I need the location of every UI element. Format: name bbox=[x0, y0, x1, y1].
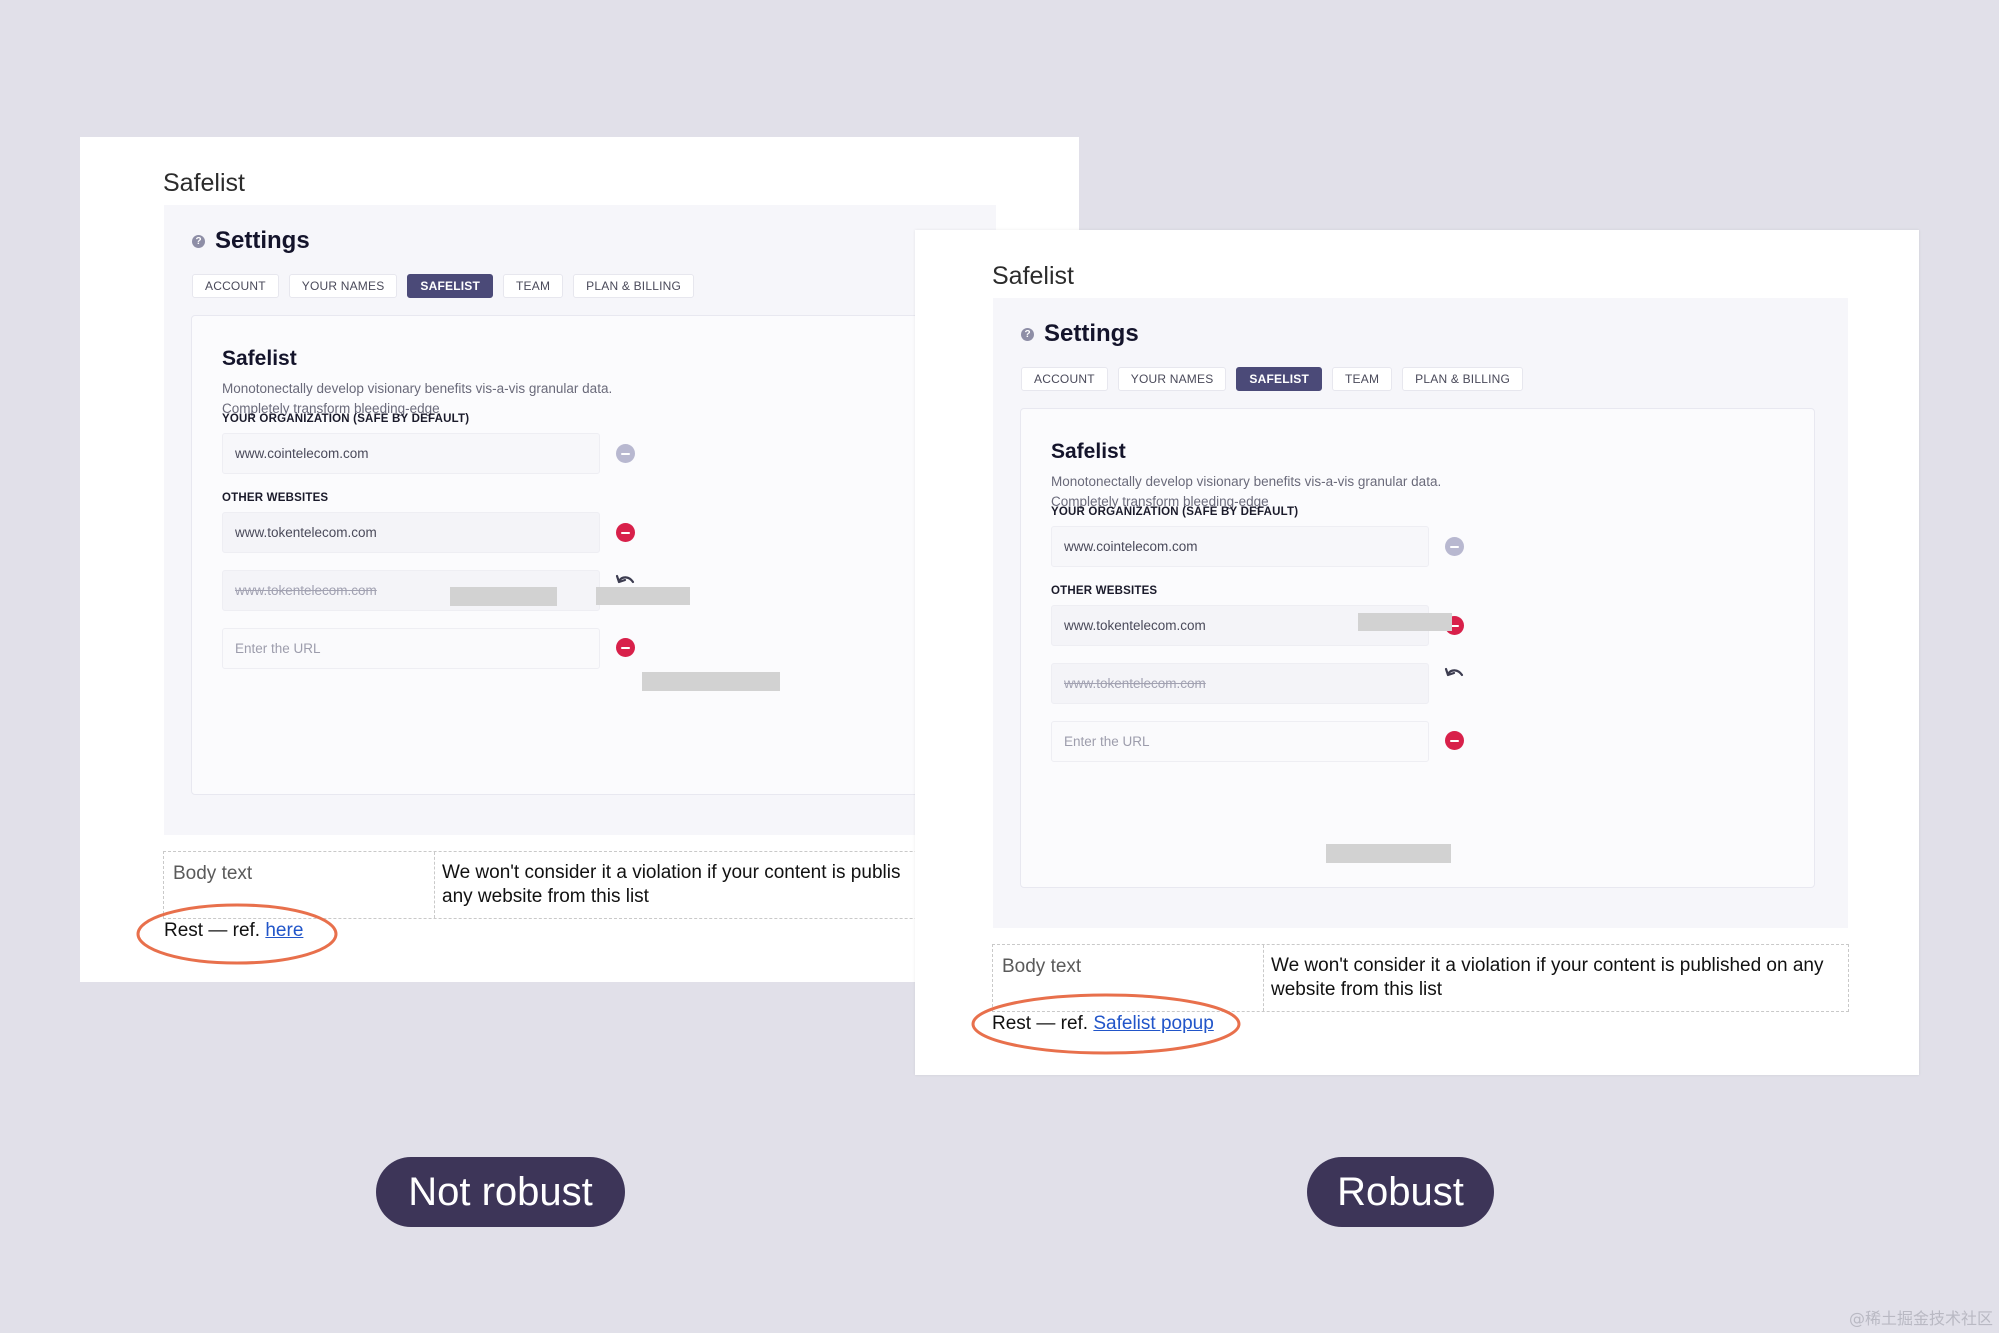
remove-disabled-icon bbox=[616, 444, 635, 463]
tab-your-names[interactable]: YOUR NAMES bbox=[288, 274, 398, 298]
settings-header: ? Settings bbox=[192, 227, 310, 255]
url-input[interactable]: Enter the URL bbox=[222, 628, 600, 669]
tab-plan-billing[interactable]: PLAN & BILLING bbox=[573, 274, 695, 298]
help-icon[interactable]: ? bbox=[192, 234, 205, 248]
reference-link[interactable]: Safelist popup bbox=[1093, 1013, 1213, 1034]
url-input[interactable]: Enter the URL bbox=[1051, 721, 1429, 762]
robust-label: Robust bbox=[1307, 1157, 1494, 1227]
other-websites-label: OTHER WEBSITES bbox=[222, 492, 329, 504]
not-robust-label: Not robust bbox=[376, 1157, 625, 1227]
tab-your-names[interactable]: YOUR NAMES bbox=[1117, 367, 1227, 391]
safelist-title: Safelist bbox=[222, 347, 297, 370]
org-url-field: www.cointelecom.com bbox=[222, 433, 600, 474]
other-websites-label: OTHER WEBSITES bbox=[1051, 585, 1158, 597]
tab-safelist[interactable]: SAFELIST bbox=[1236, 367, 1323, 391]
redacted-block bbox=[642, 672, 780, 691]
tab-team[interactable]: TEAM bbox=[1332, 367, 1393, 391]
undo-icon[interactable] bbox=[614, 572, 638, 588]
undo-icon[interactable] bbox=[1443, 665, 1467, 681]
settings-tabs: ACCOUNT YOUR NAMES SAFELIST TEAM PLAN & … bbox=[1021, 367, 1524, 391]
reference-prefix: Rest — ref. bbox=[164, 920, 261, 941]
tab-account[interactable]: ACCOUNT bbox=[1021, 367, 1108, 391]
removed-website-field[interactable]: www.tokentelecom.com bbox=[1051, 663, 1429, 704]
remove-icon[interactable] bbox=[616, 523, 635, 542]
tab-account[interactable]: ACCOUNT bbox=[192, 274, 279, 298]
help-icon[interactable]: ? bbox=[1021, 327, 1034, 341]
doc-title: Safelist bbox=[163, 169, 245, 197]
reference-link[interactable]: here bbox=[265, 920, 303, 941]
redacted-block bbox=[596, 587, 690, 605]
tab-safelist[interactable]: SAFELIST bbox=[407, 274, 494, 298]
org-url-field: www.cointelecom.com bbox=[1051, 526, 1429, 567]
remove-disabled-icon bbox=[1445, 537, 1464, 556]
redacted-block bbox=[1358, 613, 1452, 631]
settings-tabs: ACCOUNT YOUR NAMES SAFELIST TEAM PLAN & … bbox=[192, 274, 695, 298]
settings-title: Settings bbox=[1044, 320, 1139, 347]
reference-line: Rest — ref. here bbox=[164, 920, 303, 942]
reference-line: Rest — ref. Safelist popup bbox=[992, 1013, 1214, 1035]
redacted-block bbox=[450, 587, 557, 606]
safelist-section: Safelist Monotonectally develop visionar… bbox=[191, 315, 986, 795]
doc-title: Safelist bbox=[992, 262, 1074, 290]
tab-plan-billing[interactable]: PLAN & BILLING bbox=[1402, 367, 1524, 391]
settings-title: Settings bbox=[215, 227, 310, 254]
robust-example-card: Safelist ? Settings ACCOUNT YOUR NAMES S… bbox=[915, 230, 1919, 1075]
tab-team[interactable]: TEAM bbox=[503, 274, 564, 298]
redacted-block bbox=[1326, 844, 1451, 863]
table-key: Body text bbox=[993, 945, 1264, 1011]
settings-panel-screenshot: ? Settings ACCOUNT YOUR NAMES SAFELIST T… bbox=[993, 298, 1848, 928]
reference-prefix: Rest — ref. bbox=[992, 1013, 1089, 1034]
website-field[interactable]: www.tokentelecom.com bbox=[222, 512, 600, 553]
org-label: YOUR ORGANIZATION (SAFE BY DEFAULT) bbox=[222, 413, 470, 425]
remove-icon[interactable] bbox=[1445, 731, 1464, 750]
org-label: YOUR ORGANIZATION (SAFE BY DEFAULT) bbox=[1051, 506, 1299, 518]
table-key: Body text bbox=[164, 852, 435, 918]
settings-header: ? Settings bbox=[1021, 320, 1139, 348]
safelist-section: Safelist Monotonectally develop visionar… bbox=[1020, 408, 1815, 888]
safelist-title: Safelist bbox=[1051, 440, 1126, 463]
table-value: We won't consider it a violation if your… bbox=[1271, 955, 1824, 1000]
settings-panel-screenshot: ? Settings ACCOUNT YOUR NAMES SAFELIST T… bbox=[164, 205, 996, 835]
spec-table: Body text We won't consider it a violati… bbox=[992, 944, 1849, 1012]
watermark: @稀土掘金技术社区 bbox=[1848, 1309, 1993, 1328]
remove-icon[interactable] bbox=[616, 638, 635, 657]
